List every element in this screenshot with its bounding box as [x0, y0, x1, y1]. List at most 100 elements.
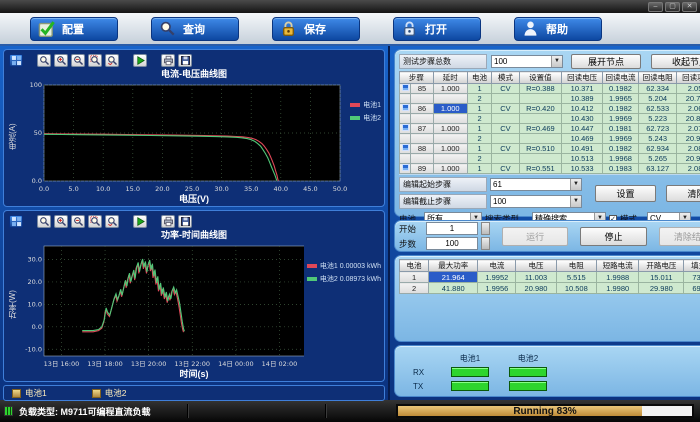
zoom-window-icon[interactable]: [88, 54, 102, 67]
steps-cell[interactable]: 1.9965: [602, 94, 638, 104]
results-cell[interactable]: 21.964: [429, 272, 478, 283]
steps-cell[interactable]: 85: [411, 84, 434, 94]
chevron-down-icon[interactable]: ▼: [551, 56, 562, 67]
steps-cell[interactable]: 1.9969: [602, 114, 638, 124]
print-icon[interactable]: [161, 215, 175, 228]
steps-cell[interactable]: 5.243: [639, 134, 677, 144]
results-cell[interactable]: 73.17 %: [684, 272, 700, 283]
steps-cell[interactable]: [519, 94, 562, 104]
zoom-track-icon[interactable]: [37, 215, 51, 228]
steps-cell[interactable]: 20.992: [677, 154, 700, 164]
results-cell[interactable]: 1.9980: [596, 283, 639, 294]
steps-cell[interactable]: 62.533: [639, 104, 677, 114]
play-icon[interactable]: [133, 54, 147, 67]
spinner-icon[interactable]: [481, 222, 490, 235]
steps-cell[interactable]: [492, 114, 519, 124]
steps-cell[interactable]: 5.265: [639, 154, 677, 164]
steps-cell[interactable]: 86: [411, 104, 434, 114]
steps-cell[interactable]: 5.223: [639, 114, 677, 124]
steps-cell[interactable]: 2.055: [677, 84, 700, 94]
set-button[interactable]: 设置: [595, 185, 656, 202]
steps-cell[interactable]: 20.741: [677, 94, 700, 104]
steps-cell[interactable]: 10.469: [562, 134, 603, 144]
steps-cell[interactable]: CV: [492, 124, 519, 134]
zoom-out-icon[interactable]: [71, 215, 85, 228]
steps-cell[interactable]: 10.389: [562, 94, 603, 104]
zoom-track-icon[interactable]: [37, 54, 51, 67]
tab-battery2[interactable]: 电池2: [92, 387, 127, 399]
results-cell[interactable]: 1.9956: [478, 283, 516, 294]
steps-cell[interactable]: 1: [467, 124, 492, 134]
steps-cell[interactable]: [433, 134, 467, 144]
clear-results-button[interactable]: 清除结果: [659, 227, 700, 246]
steps-cell[interactable]: R=0.388: [519, 84, 562, 94]
steps-cell[interactable]: 2: [467, 134, 492, 144]
results-cell[interactable]: 69.33 %: [684, 283, 700, 294]
results-cell[interactable]: 20.980: [516, 283, 556, 294]
steps-cell[interactable]: 1: [467, 144, 492, 154]
steps-cell[interactable]: 2.064: [677, 104, 700, 114]
maximize-button[interactable]: ▢: [665, 2, 680, 12]
steps-cell[interactable]: [400, 94, 411, 104]
results-cell[interactable]: 29.980: [639, 283, 684, 294]
steps-cell[interactable]: R=0.420: [519, 104, 562, 114]
tree-node-icon[interactable]: [402, 124, 409, 131]
steps-cell[interactable]: 1.000: [433, 104, 467, 114]
steps-cell[interactable]: 0.1981: [602, 124, 638, 134]
steps-cell[interactable]: 1: [467, 104, 492, 114]
zoom-in-icon[interactable]: [54, 54, 68, 67]
steps-cell[interactable]: 1.000: [433, 84, 467, 94]
steps-cell[interactable]: [400, 104, 411, 114]
steps-cell[interactable]: [519, 134, 562, 144]
run-start-input[interactable]: 1: [426, 222, 478, 235]
steps-cell[interactable]: 0.1982: [602, 84, 638, 94]
steps-cell[interactable]: 89: [411, 164, 434, 174]
steps-cell[interactable]: [492, 134, 519, 144]
steps-table-row[interactable]: 861.0001CVR=0.42010.4120.198262.5332.064: [400, 104, 700, 114]
steps-cell[interactable]: [519, 114, 562, 124]
steps-cell[interactable]: 1: [467, 84, 492, 94]
power-time-chart[interactable]: 13日 16:0013日 18:0013日 20:0013日 22:0014日 …: [18, 241, 304, 369]
steps-cell[interactable]: 10.430: [562, 114, 603, 124]
steps-cell[interactable]: 5.204: [639, 94, 677, 104]
steps-cell[interactable]: [411, 134, 434, 144]
save-icon[interactable]: [178, 215, 192, 228]
grid-icon[interactable]: [9, 215, 23, 228]
steps-cell[interactable]: 2: [467, 94, 492, 104]
steps-cell[interactable]: [411, 114, 434, 124]
steps-cell[interactable]: 1.9969: [602, 134, 638, 144]
steps-cell[interactable]: 1.9968: [602, 154, 638, 164]
steps-cell[interactable]: 0.1983: [602, 164, 638, 174]
steps-cell[interactable]: 2.070: [677, 124, 700, 134]
steps-cell[interactable]: 10.491: [562, 144, 603, 154]
steps-cell[interactable]: 62.934: [639, 144, 677, 154]
results-cell[interactable]: 11.003: [516, 272, 556, 283]
tab-battery1[interactable]: 电池1: [12, 387, 47, 399]
results-table-row[interactable]: 121.9641.995211.0035.5151.998815.01173.1…: [400, 272, 700, 283]
steps-cell[interactable]: 2: [467, 154, 492, 164]
results-table-row[interactable]: 241.8801.995620.98010.5081.998029.98069.…: [400, 283, 700, 294]
results-cell[interactable]: 10.508: [556, 283, 596, 294]
steps-cell[interactable]: 10.447: [562, 124, 603, 134]
steps-cell[interactable]: 0.1982: [602, 104, 638, 114]
chevron-down-icon[interactable]: ▼: [570, 179, 581, 190]
steps-cell[interactable]: R=0.551: [519, 164, 562, 174]
help-button[interactable]: 帮助: [514, 17, 602, 41]
steps-table-row[interactable]: 851.0001CVR=0.38810.3710.198262.3342.055: [400, 84, 700, 94]
steps-cell[interactable]: 1.000: [433, 164, 467, 174]
minimize-button[interactable]: –: [648, 2, 663, 12]
steps-cell[interactable]: [492, 94, 519, 104]
results-cell[interactable]: 2: [400, 283, 429, 294]
results-cell[interactable]: 1.9988: [596, 272, 639, 283]
steps-cell[interactable]: 20.905: [677, 134, 700, 144]
collapse-nodes-button[interactable]: 收起节点: [651, 54, 700, 69]
zoom-window-icon[interactable]: [88, 215, 102, 228]
steps-cell[interactable]: [400, 114, 411, 124]
steps-cell[interactable]: 1.000: [433, 144, 467, 154]
steps-cell[interactable]: CV: [492, 104, 519, 114]
open-button[interactable]: 打开: [393, 17, 481, 41]
steps-table-row[interactable]: 2 10.4691.99695.24320.905: [400, 134, 700, 144]
steps-cell[interactable]: 10.371: [562, 84, 603, 94]
steps-table-row[interactable]: 881.0001CVR=0.51010.4910.198262.9342.080: [400, 144, 700, 154]
steps-cell[interactable]: [400, 154, 411, 164]
